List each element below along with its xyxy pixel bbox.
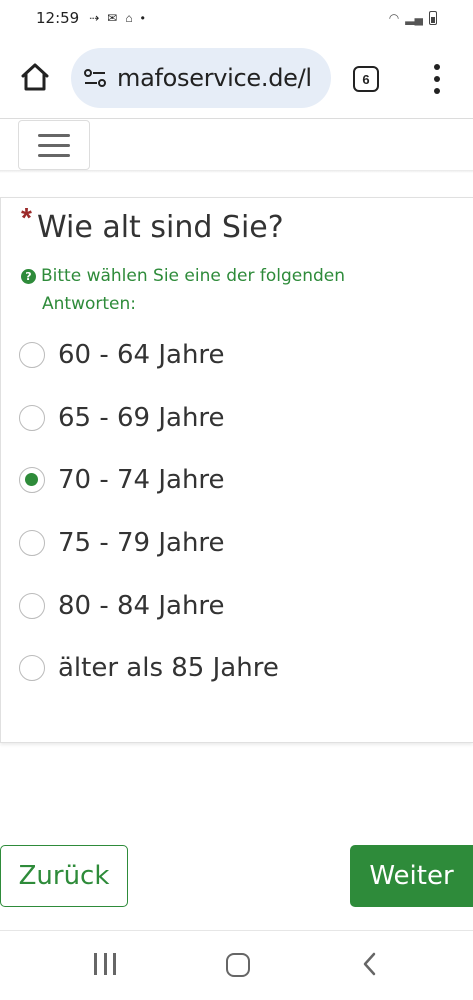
option-75-79[interactable]: 75 - 79 Jahre [19,512,459,575]
option-80-84[interactable]: 80 - 84 Jahre [19,574,459,637]
option-label[interactable]: 80 - 84 Jahre [58,591,225,621]
question-help: ? Bitte wählen Sie eine der folgenden Ant… [21,262,441,318]
help-text-line1: Bitte wählen Sie eine der folgenden [41,266,346,286]
radio-button[interactable] [19,655,45,682]
hamburger-icon[interactable] [18,120,90,170]
radio-button[interactable] [19,404,45,431]
option-60-64[interactable]: 60 - 64 Jahre [19,324,459,387]
radio-button[interactable] [19,530,45,557]
system-status-icons: ◠ ▂▄ [389,11,437,25]
recent-apps-icon[interactable] [94,953,116,975]
option-65-69[interactable]: 65 - 69 Jahre [19,387,459,450]
back-button[interactable]: Zurück [0,845,128,907]
question-title: Wie alt sind Sie? [37,210,284,245]
radio-button[interactable] [19,592,45,619]
notification-icons: ⇢ ✉ ⌂ • [89,11,145,25]
option-85-plus[interactable]: älter als 85 Jahre [19,637,459,700]
system-home-icon[interactable] [226,953,250,977]
battery-icon [429,11,437,25]
call-icon: ⇢ [89,11,100,25]
dot-icon: • [140,11,145,25]
app-notification-icon: ⌂ [125,11,133,25]
option-label[interactable]: 70 - 74 Jahre [58,465,225,495]
required-mark: * [21,202,32,233]
option-label[interactable]: 75 - 79 Jahre [58,528,225,558]
tune-icon[interactable] [83,68,107,88]
mail-icon: ✉ [107,11,118,25]
nav-divider [0,170,473,173]
next-button[interactable]: Weiter [350,845,473,907]
help-text-line2: Antworten: [42,294,136,314]
browser-toolbar: mafoservice.de/l 6 [0,40,473,116]
option-label[interactable]: 65 - 69 Jahre [58,403,225,433]
browser-divider [0,118,473,119]
status-bar: 12:59 ⇢ ✉ ⌂ • ◠ ▂▄ [0,0,473,36]
question-card: * Wie alt sind Sie? ? Bitte wählen Sie ei… [0,197,473,743]
tab-switcher-button[interactable]: 6 [353,66,379,92]
system-navigation-bar [0,930,473,1000]
radio-button[interactable] [19,467,45,494]
more-vert-icon[interactable] [430,64,444,94]
question-circle-icon: ? [21,269,36,284]
status-time: 12:59 [36,9,80,27]
answer-options: 60 - 64 Jahre 65 - 69 Jahre 70 - 74 Jahr… [19,324,459,700]
option-70-74[interactable]: 70 - 74 Jahre [19,449,459,512]
wifi-icon: ◠ [388,11,400,25]
option-label[interactable]: 60 - 64 Jahre [58,340,225,370]
option-label[interactable]: älter als 85 Jahre [58,653,279,683]
radio-button[interactable] [19,342,45,369]
system-back-icon[interactable] [360,949,380,979]
home-icon[interactable] [20,62,50,92]
url-text: mafoservice.de/l [117,64,312,92]
signal-icon: ▂▄ [405,11,423,25]
address-bar[interactable]: mafoservice.de/l [71,48,331,108]
